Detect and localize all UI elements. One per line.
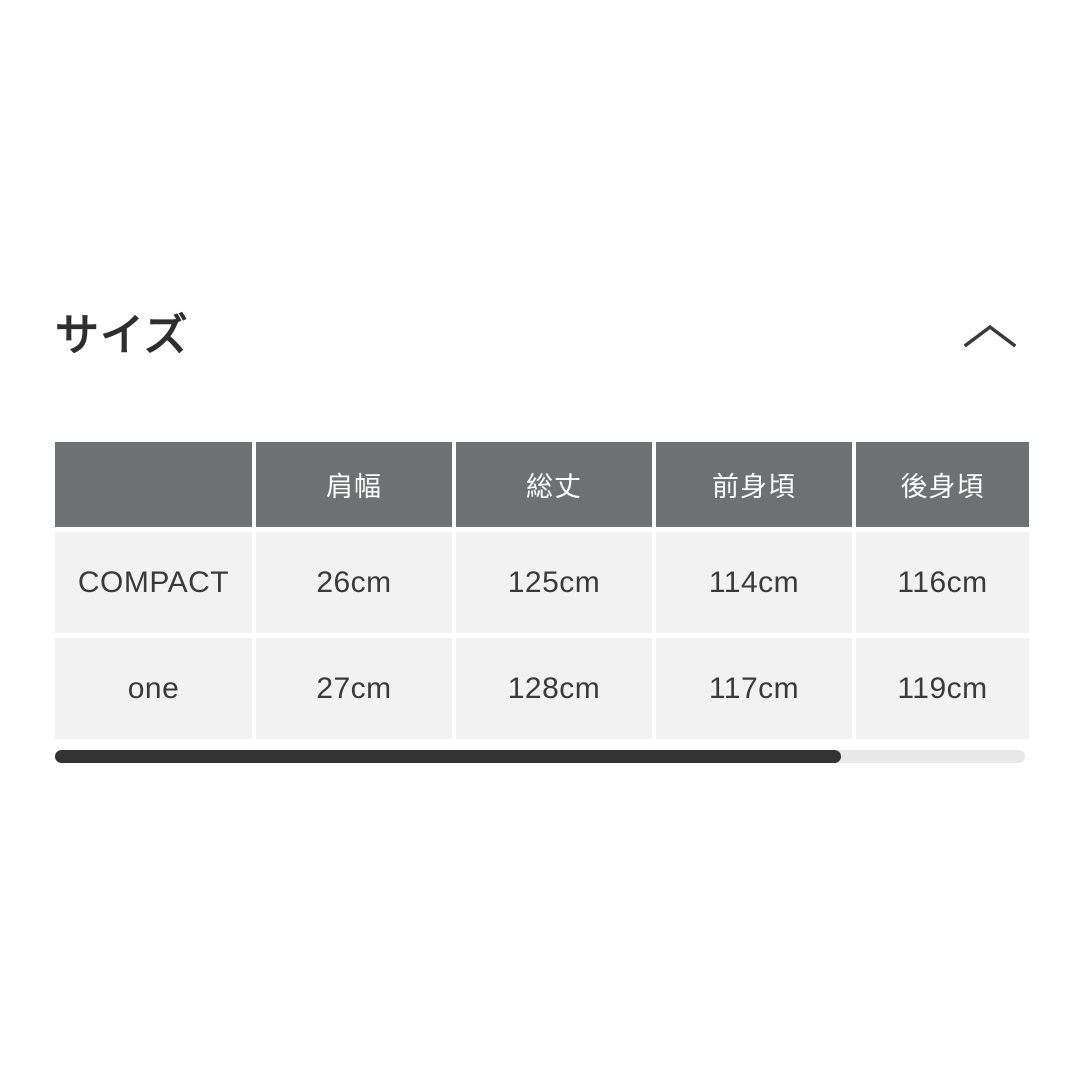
- size-section-page: サイズ 肩幅 総丈 前身頃 後身頃 COMPACT 26cm 125cm 114…: [0, 0, 1080, 1080]
- front-body-cell: 117cm: [656, 638, 852, 739]
- shoulder-width-cell: 27cm: [256, 638, 452, 739]
- back-body-cell: 119cm: [856, 638, 1029, 739]
- total-length-cell: 128cm: [456, 638, 652, 739]
- table-row: one 27cm 128cm 117cm 119cm: [55, 638, 1029, 739]
- front-body-cell: 114cm: [656, 532, 852, 633]
- size-table-scroll-container[interactable]: 肩幅 総丈 前身頃 後身頃 COMPACT 26cm 125cm 114cm 1…: [55, 442, 1029, 739]
- collapse-toggle-button[interactable]: [955, 305, 1025, 367]
- column-header-back-body: 後身頃: [856, 442, 1029, 527]
- back-body-cell: 116cm: [856, 532, 1029, 633]
- horizontal-scrollbar-thumb[interactable]: [55, 750, 841, 763]
- table-row: COMPACT 26cm 125cm 114cm 116cm: [55, 532, 1029, 633]
- table-header-row: 肩幅 総丈 前身頃 後身頃: [55, 442, 1029, 527]
- size-table: 肩幅 総丈 前身頃 後身頃 COMPACT 26cm 125cm 114cm 1…: [51, 437, 1033, 744]
- page-title: サイズ: [55, 311, 189, 360]
- total-length-cell: 125cm: [456, 532, 652, 633]
- column-header-blank: [55, 442, 252, 527]
- column-header-total-length: 総丈: [456, 442, 652, 527]
- size-name-cell: COMPACT: [55, 532, 252, 633]
- shoulder-width-cell: 26cm: [256, 532, 452, 633]
- horizontal-scrollbar-track[interactable]: [55, 750, 1025, 763]
- size-section-header[interactable]: サイズ: [55, 300, 1025, 372]
- column-header-shoulder-width: 肩幅: [256, 442, 452, 527]
- size-name-cell: one: [55, 638, 252, 739]
- column-header-front-body: 前身頃: [656, 442, 852, 527]
- chevron-up-icon: [964, 323, 1016, 349]
